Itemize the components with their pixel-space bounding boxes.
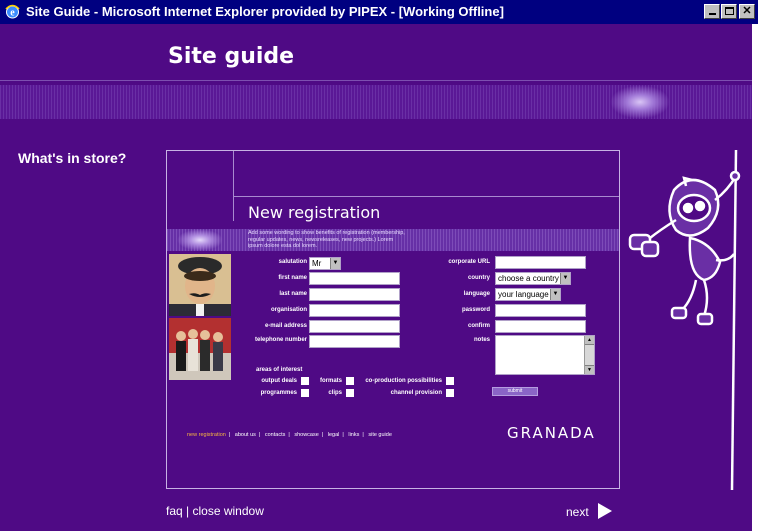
close-icon: ✕ [742,5,752,17]
divider [233,151,234,221]
band-glow [177,229,223,251]
nav-links[interactable]: links [348,432,359,438]
corporate-url-label: corporate URL [448,259,490,265]
channel-provision-checkbox[interactable] [446,389,454,397]
chevron-down-icon: ▼ [330,258,340,269]
bottom-links: faq | close window [166,504,264,518]
divider [0,80,758,81]
clips-checkbox[interactable] [346,389,354,397]
stripe-glow [610,85,670,119]
faq-link[interactable]: faq [166,504,183,518]
telephone-label: telephone number [254,337,307,343]
coproduction-label: co-production possibilities [365,378,442,384]
notes-textarea[interactable]: ▲ ▼ [495,335,595,375]
salutation-label: salutation [278,259,307,265]
chevron-down-icon: ▼ [560,273,570,284]
email-label: e-mail address [264,323,307,329]
minimize-button[interactable] [704,4,720,19]
country-value: choose a country [498,274,559,283]
nav-separator: | [288,432,290,438]
organisation-label: organisation [270,307,307,313]
window-border [752,24,758,531]
arrow-right-icon[interactable] [598,503,612,519]
language-select[interactable]: your language ▼ [495,288,561,301]
nav-separator: | [321,432,324,438]
page-title: Site guide [168,44,295,69]
svg-text:e: e [10,8,15,19]
programmes-label: programmes [260,390,297,396]
first-name-field[interactable] [309,272,400,285]
confirm-password-field[interactable] [495,320,586,333]
notes-label: notes [473,337,490,343]
language-label: language [463,291,490,297]
nav-separator: | [228,432,231,438]
output-deals-label: output deals [261,378,297,384]
corporate-url-field[interactable] [495,256,586,269]
nav-legal[interactable]: legal [328,432,340,438]
notes-scrollbar[interactable]: ▲ ▼ [584,336,594,374]
country-select[interactable]: choose a country ▼ [495,272,571,285]
divider [233,196,619,197]
formats-label: formats [319,378,342,384]
next-link[interactable]: next [566,505,589,519]
salutation-value: Mr [312,259,322,268]
nav-site-guide[interactable]: site guide [368,432,392,438]
confirm-label: confirm [467,323,490,329]
robot-mascot-illustration [628,150,741,491]
man-portrait-image [169,254,231,316]
maximize-button[interactable] [721,4,737,19]
channel-provision-label: channel provision [390,390,442,396]
man-portrait-photo [169,254,231,316]
first-name-label: first name [278,275,307,281]
last-name-label: last name [279,291,307,297]
window-title: Site Guide - Microsoft Internet Explorer… [26,4,504,19]
coproduction-checkbox[interactable] [446,377,454,385]
panel-footer-nav: new registration | about us | contacts | sh… [187,432,395,438]
registration-description: Add some wording to show benefits of reg… [248,230,405,249]
clips-label: clips [328,390,342,396]
preview-panel: New registration Add some wording to sho… [166,150,620,489]
nav-separator: | [342,432,344,438]
scroll-down-icon[interactable]: ▼ [585,365,594,374]
organisation-field[interactable] [309,304,400,317]
internet-explorer-icon: e [4,3,21,20]
password-label: password [461,307,490,313]
browser-window: e Site Guide - Microsoft Internet Explor… [0,0,758,531]
link-separator: | [186,504,190,518]
password-field[interactable] [495,304,586,317]
last-name-field[interactable] [309,288,400,301]
salutation-select[interactable]: Mr ▼ [309,257,341,270]
country-label: country [467,275,490,281]
minimize-icon [708,13,716,15]
group-photo [169,318,231,380]
close-button[interactable]: ✕ [739,4,755,19]
scroll-up-icon[interactable]: ▲ [585,336,594,345]
areas-of-interest-heading: areas of interest [256,367,303,373]
close-window-link[interactable]: close window [193,504,264,518]
window-titlebar: e Site Guide - Microsoft Internet Explor… [0,0,758,24]
sidebar-heading: What's in store? [18,150,127,166]
telephone-field[interactable] [309,335,400,348]
maximize-icon [724,7,734,15]
language-value: your language [498,290,549,299]
chevron-down-icon: ▼ [550,289,560,300]
nav-separator: | [258,432,261,438]
registration-heading: New registration [248,203,381,222]
submit-button[interactable]: submit [492,387,538,396]
nav-new-registration[interactable]: new registration [187,432,226,438]
granada-logo: GRANADA [507,424,596,442]
formats-checkbox[interactable] [346,377,354,385]
group-image [169,318,231,380]
email-field[interactable] [309,320,400,333]
nav-showcase[interactable]: showcase [294,432,318,438]
nav-about-us[interactable]: about us [235,432,256,438]
nav-contacts[interactable]: contacts [265,432,285,438]
nav-separator: | [362,432,364,438]
